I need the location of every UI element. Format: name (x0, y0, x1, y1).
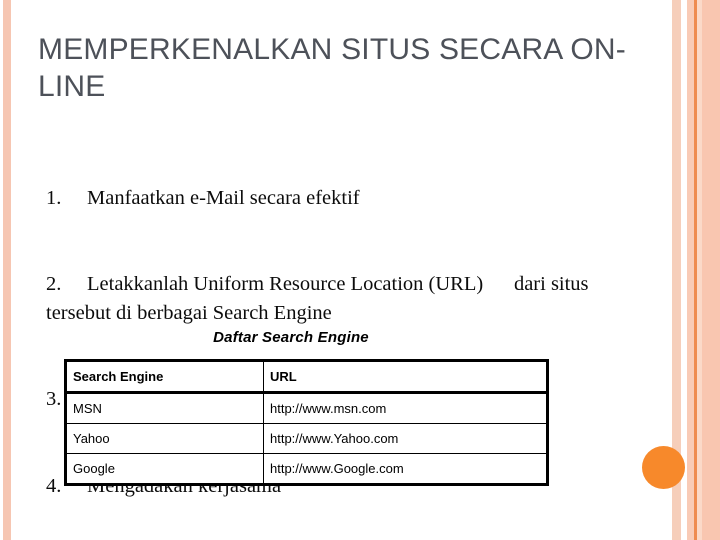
table-cell-url: http://www.msn.com (263, 392, 548, 424)
right-accent-stripe-2 (687, 0, 694, 540)
table-cell-url: http://www.Yahoo.com (263, 423, 548, 454)
table-cell-engine: MSN (65, 392, 264, 424)
table-row: Yahoo http://www.Yahoo.com (65, 423, 548, 454)
table-cell-engine: Google (65, 453, 264, 485)
table-cell-url: http://www.Google.com (263, 453, 548, 485)
table-header-url: URL (263, 360, 548, 394)
table-header-row: Search Engine URL (65, 360, 548, 394)
slide-title: MEMPERKENALKAN SITUS SECARA ON-LINE (38, 33, 626, 103)
table-cell-engine: Yahoo (65, 423, 264, 454)
table-caption: Daftar Search Engine (213, 329, 369, 346)
table-header-search-engine: Search Engine (65, 360, 264, 394)
table-row: Google http://www.Google.com (65, 453, 548, 485)
search-engine-table: Search Engine URL MSN http://www.msn.com… (64, 359, 549, 486)
table-row: MSN http://www.msn.com (65, 392, 548, 424)
right-accent-stripe-5 (702, 0, 720, 540)
body-line: 1. Manfaatkan e-Mail secara efektif (46, 186, 360, 209)
body-line: 2. Letakkanlah Uniform Resource Location… (46, 272, 594, 324)
left-accent-stripe (3, 0, 11, 540)
slide-canvas: MEMPERKENALKAN SITUS SECARA ON-LINE 1. M… (0, 0, 720, 540)
